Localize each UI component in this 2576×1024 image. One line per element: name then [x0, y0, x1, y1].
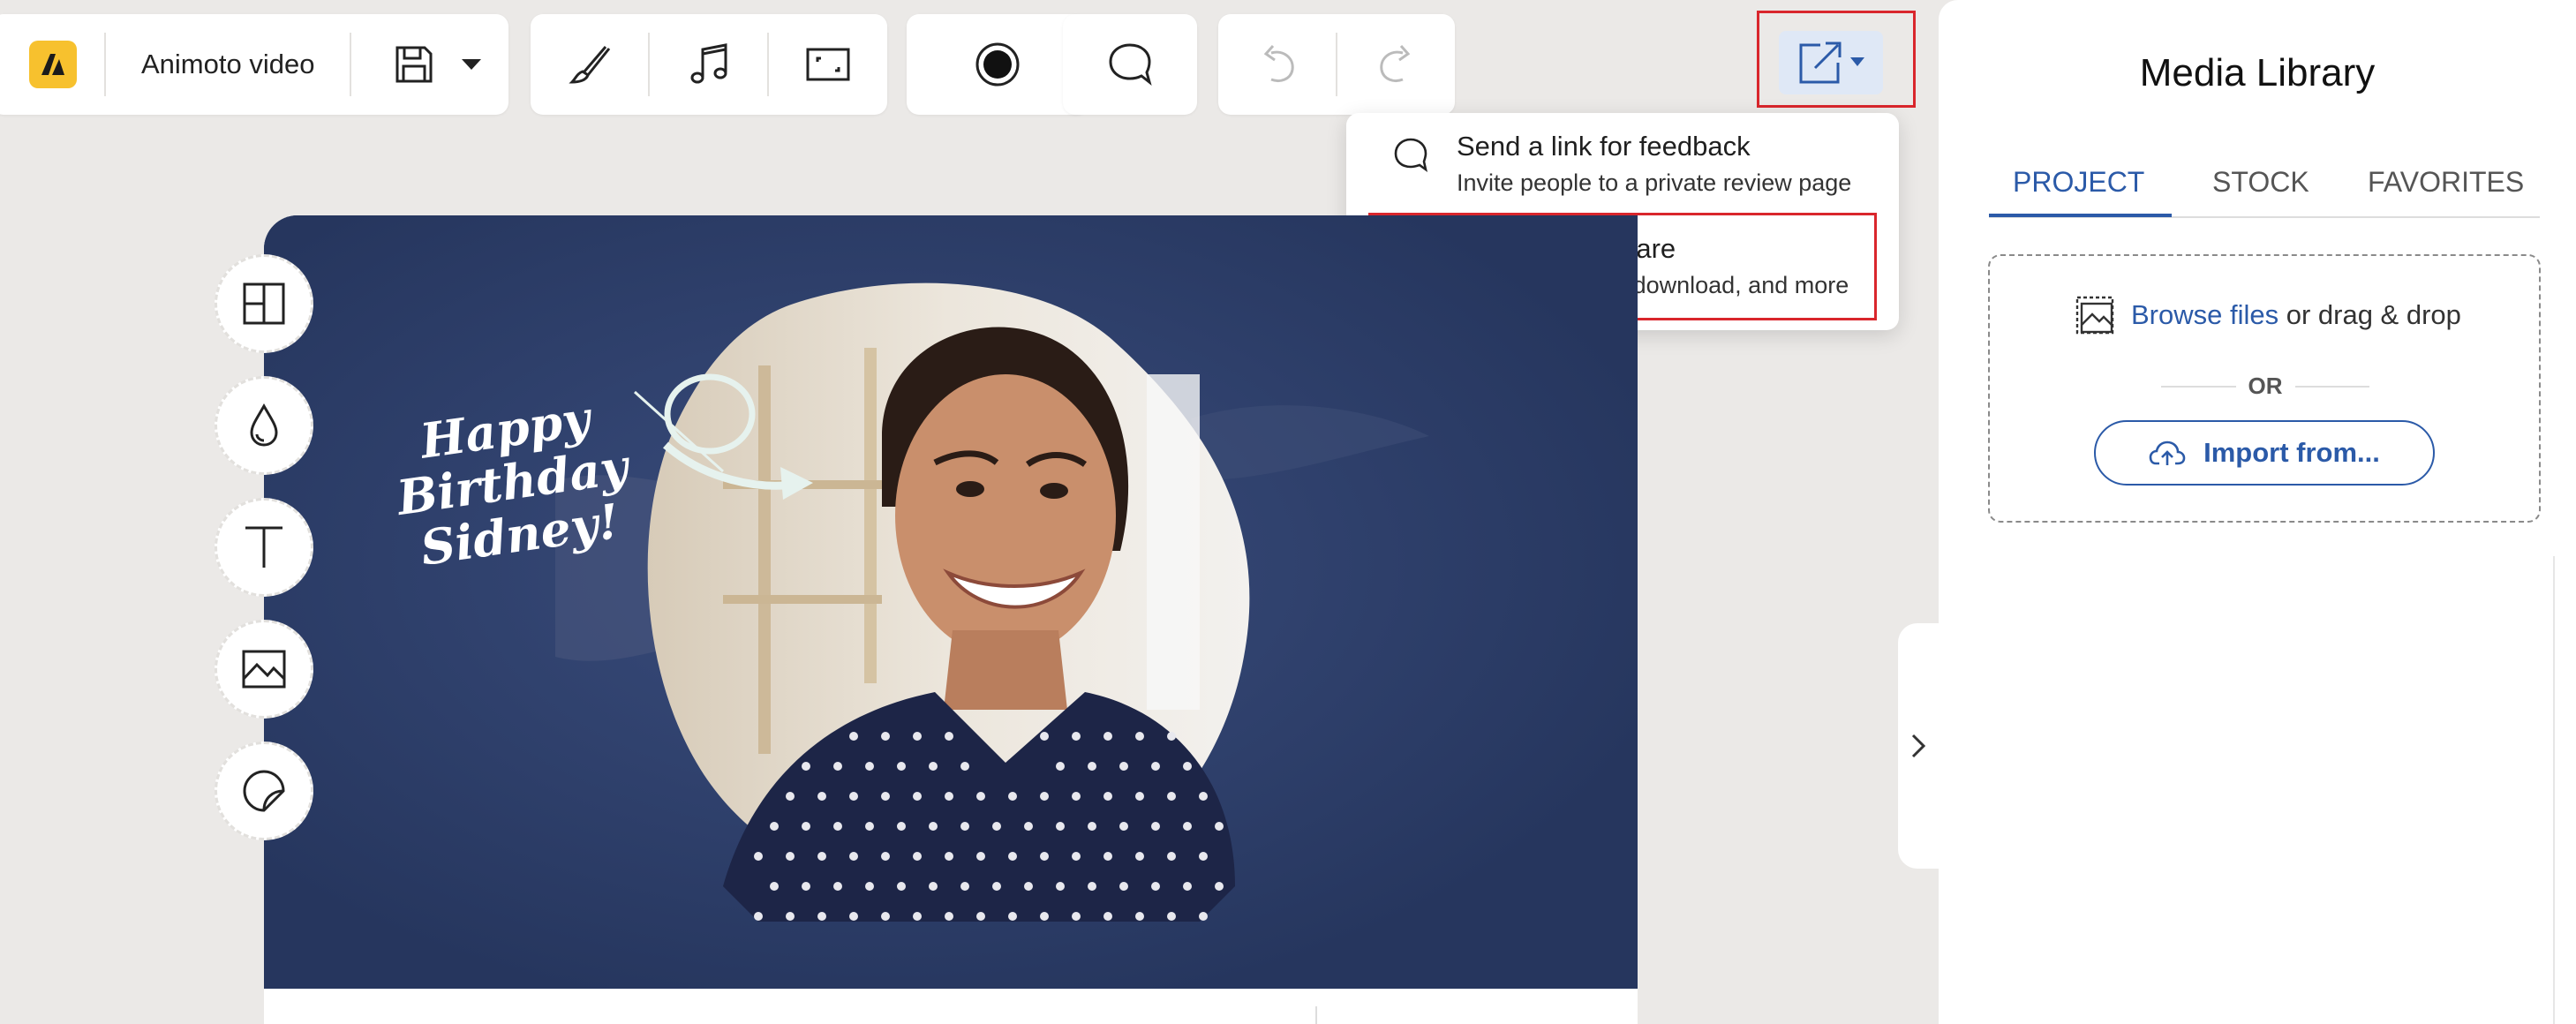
chevron-right-icon [1911, 734, 1926, 758]
browse-row: Browse files or drag & drop [2075, 295, 2461, 335]
video-canvas[interactable]: Happy Birthday Sidney! [264, 215, 1638, 989]
record-icon [975, 42, 1020, 87]
project-name[interactable]: Animoto video [106, 49, 350, 80]
design-button[interactable] [531, 14, 648, 115]
shelf-board [723, 595, 882, 604]
redo-button[interactable] [1337, 14, 1455, 115]
share-export-icon [1799, 41, 1864, 84]
toolbar-project-group: Animoto video [0, 14, 508, 115]
caret-down-icon [462, 59, 482, 70]
save-icon [395, 46, 433, 83]
comment-bubble-icon [1109, 43, 1152, 86]
toolbar-divider [350, 33, 352, 96]
color-tool-button[interactable] [215, 376, 313, 475]
image-tool-button[interactable] [215, 620, 313, 719]
or-divider: OR [2161, 373, 2369, 400]
active-tab-indicator [1989, 214, 2172, 217]
tab-project[interactable]: PROJECT [2013, 166, 2144, 199]
undo-button[interactable] [1218, 14, 1336, 115]
menu-item-subtitle: Invite people to a private review page [1457, 169, 1852, 196]
text-tool-button[interactable] [215, 498, 313, 597]
panel-title: Media Library [2139, 51, 2376, 94]
toolbar-history-group [1218, 14, 1455, 115]
image-upload-icon [2075, 296, 2114, 335]
redo-icon [1379, 45, 1410, 83]
window-light [1147, 374, 1200, 710]
share-button[interactable] [1779, 31, 1883, 94]
layout-tool-button[interactable] [215, 254, 313, 353]
cloud-upload-icon [2149, 440, 2186, 465]
panel-scroll-edge [2553, 556, 2555, 1024]
or-text: OR [2248, 373, 2283, 399]
animoto-logo-icon [29, 41, 77, 88]
sticker-tool-button[interactable] [215, 742, 313, 840]
droplet-icon [250, 403, 278, 447]
text-t-icon [245, 526, 282, 568]
aspect-ratio-icon [806, 48, 849, 81]
save-options-dropdown[interactable] [445, 14, 498, 115]
save-button[interactable] [383, 14, 445, 115]
tab-stock[interactable]: STOCK [2212, 166, 2309, 199]
browse-files-link[interactable]: Browse files [2131, 299, 2278, 331]
face [895, 374, 1116, 657]
sticker-icon [243, 770, 285, 812]
image-icon [242, 650, 286, 689]
music-note-icon [690, 43, 727, 84]
resize-button[interactable] [769, 14, 886, 115]
greeting-text[interactable]: Happy Birthday Sidney! [387, 388, 638, 577]
layout-grid-icon [243, 282, 285, 325]
shelf-post [758, 365, 771, 754]
import-from-button[interactable]: Import from... [2094, 420, 2435, 486]
brush-icon [568, 46, 610, 84]
toolbar-record-group [907, 14, 1088, 115]
toolbar-comment-group [1063, 14, 1197, 115]
tab-favorites[interactable]: FAVORITES [2368, 166, 2524, 199]
timeline-area [264, 989, 1638, 1024]
collapse-panel-button[interactable] [1898, 623, 1939, 869]
toolbar-edit-group [531, 14, 887, 115]
timeline-divider [1315, 1006, 1317, 1024]
menu-item-title: Send a link for feedback [1457, 131, 1751, 162]
shelf-post [864, 348, 877, 683]
animoto-logo-button[interactable] [0, 14, 104, 115]
music-button[interactable] [650, 14, 767, 115]
import-from-label: Import from... [2203, 437, 2380, 468]
drag-drop-text: or drag & drop [2278, 299, 2461, 330]
canvas-artwork [264, 215, 1638, 989]
comment-bubble-icon [1394, 138, 1428, 173]
send-feedback-link-item[interactable]: Send a link for feedback Invite people t… [1346, 113, 1899, 212]
comments-button[interactable] [1063, 14, 1197, 115]
record-button[interactable] [907, 14, 1088, 115]
undo-icon [1263, 45, 1294, 83]
